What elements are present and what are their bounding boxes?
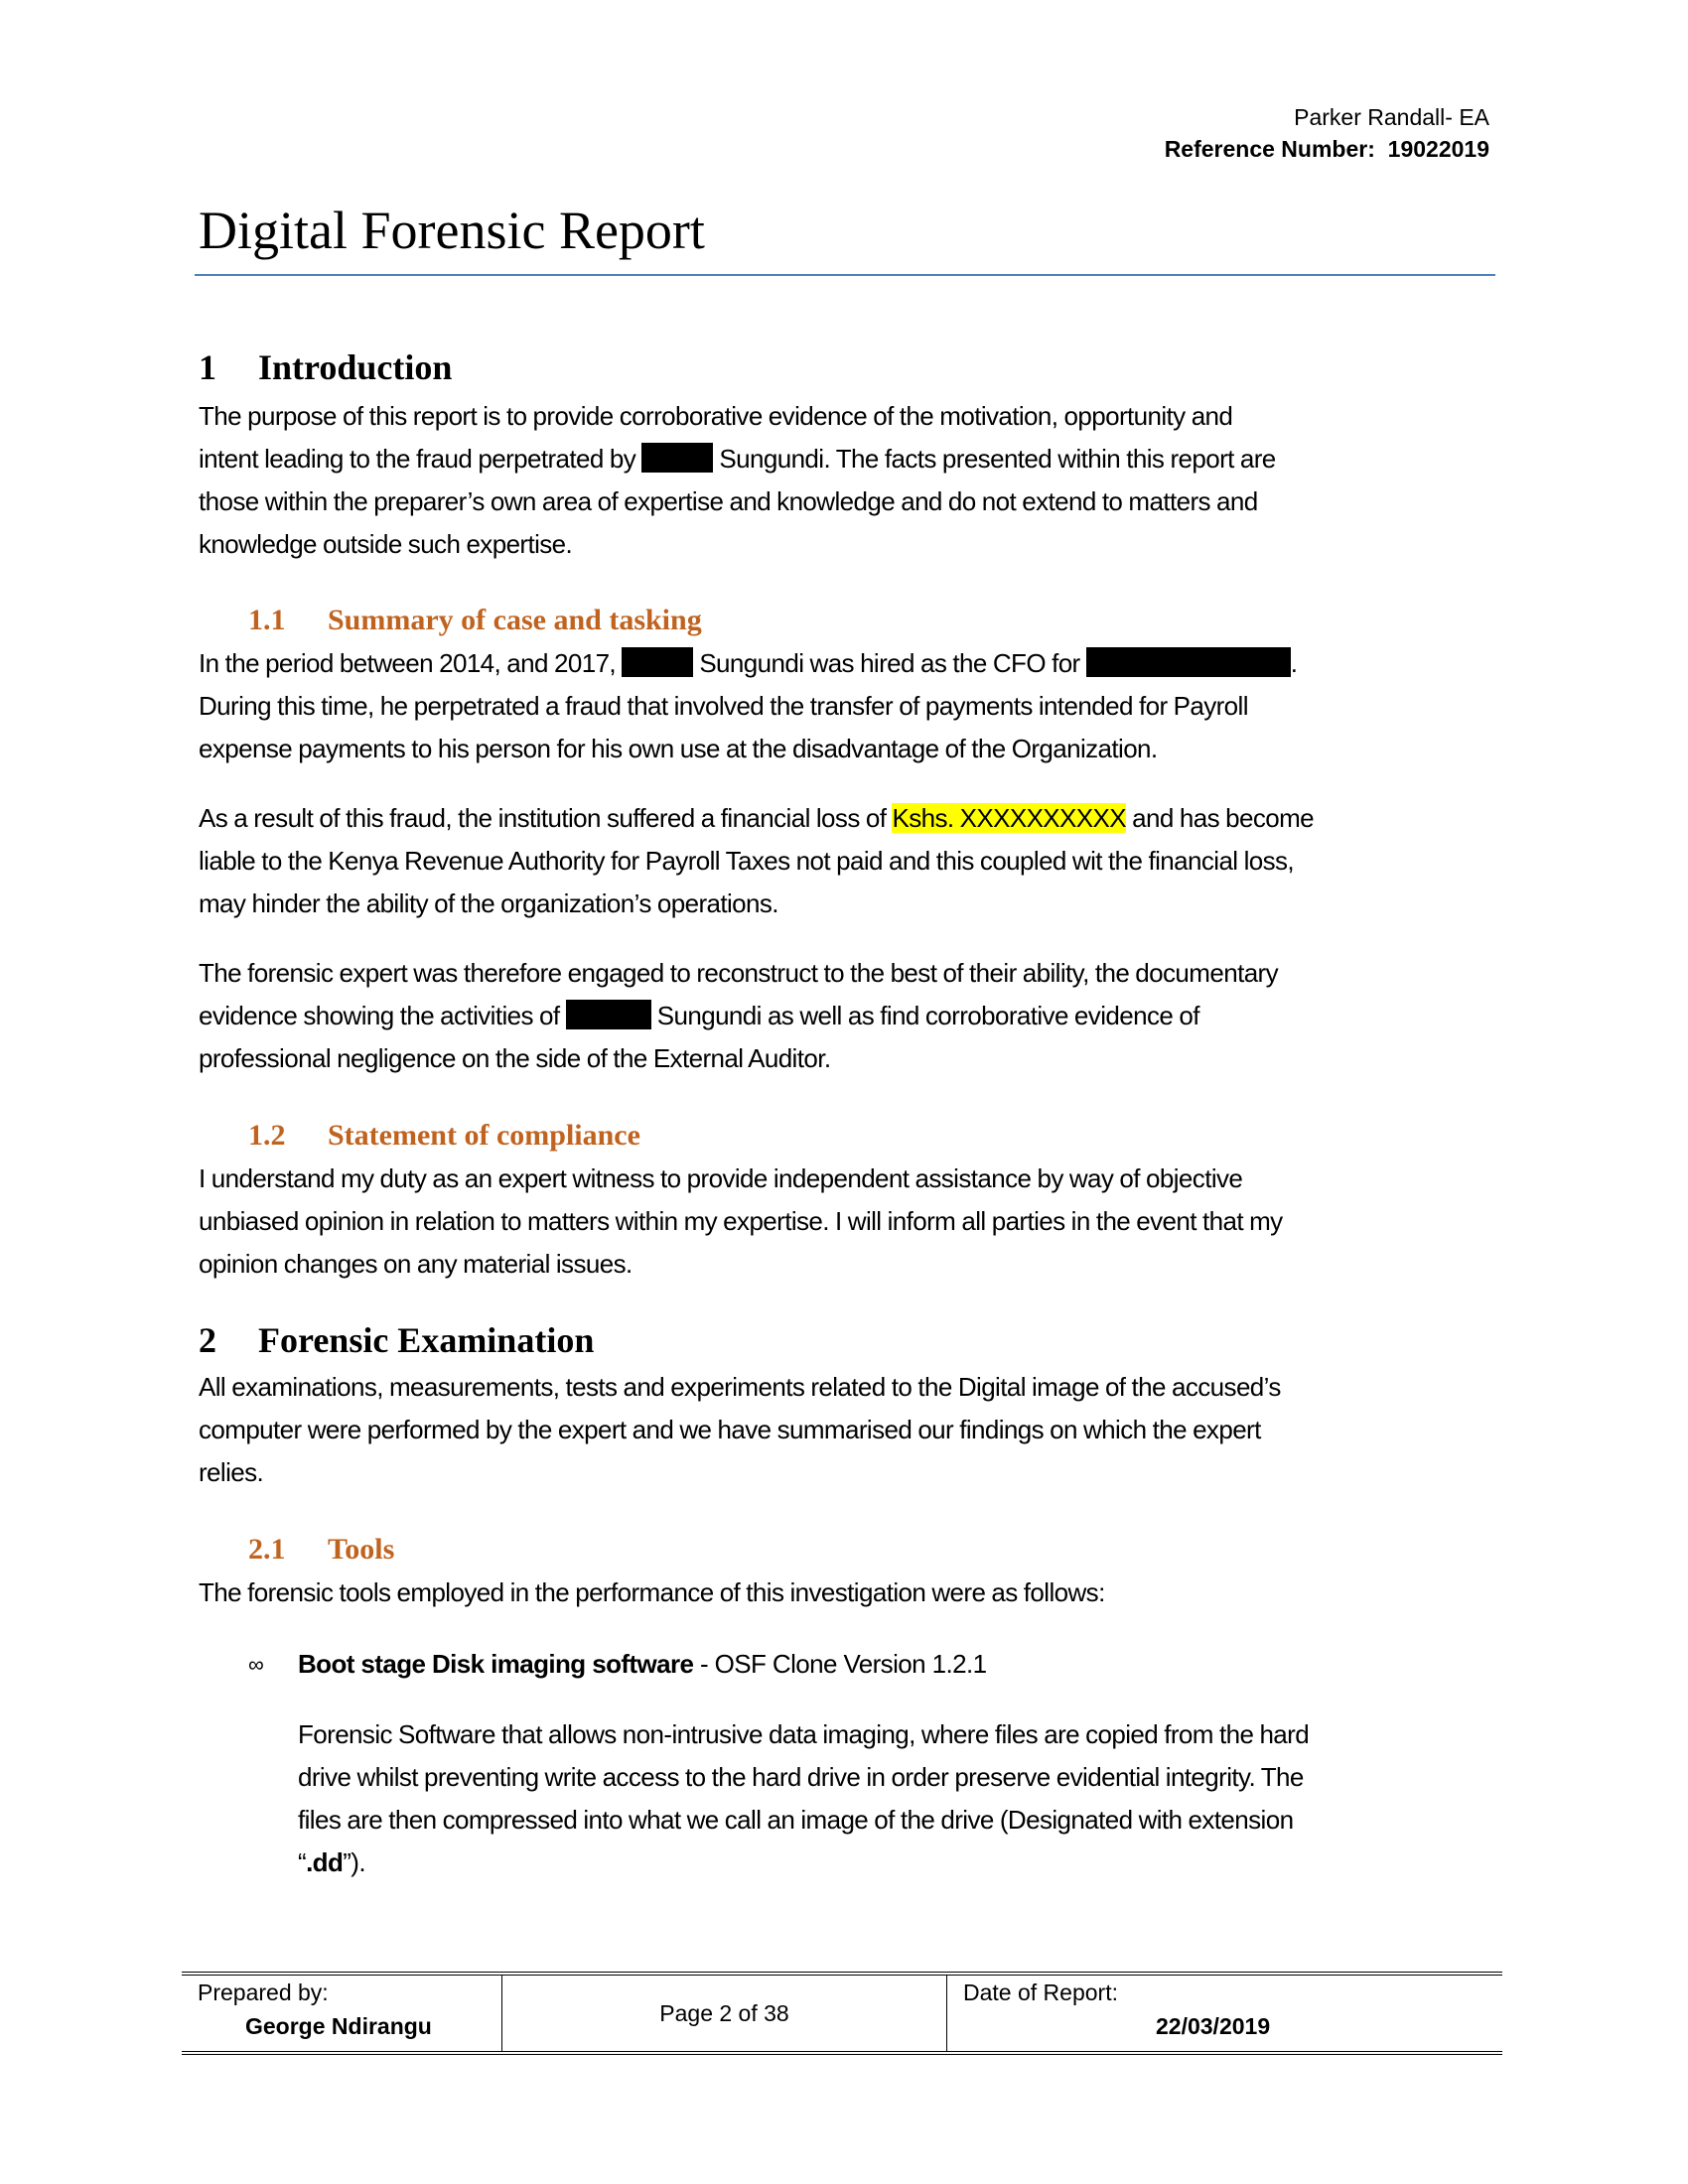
heading-text: Tools [328, 1533, 395, 1566]
footer-page-number: Page 2 of 38 [502, 1976, 947, 2051]
text-line: The forensic expert was therefore engage… [199, 958, 1279, 988]
redacted-name [565, 1000, 651, 1029]
text-line: files are then compressed into what we c… [298, 1805, 1294, 1835]
text-line: knowledge outside such expertise. [199, 529, 573, 559]
heading-number: 1.1 [248, 604, 286, 636]
text-line: I understand my duty as an expert witnes… [199, 1163, 1243, 1193]
preparer-name: George Ndirangu [245, 2013, 432, 2039]
tool-description: Forensic Software that allows non-intrus… [298, 1713, 1499, 1884]
heading-forensic-examination: 2 Forensic Examination [199, 1318, 594, 1362]
tools-intro: The forensic tools employed in the perfo… [199, 1577, 1105, 1607]
heading-tools: 2.1 Tools [248, 1531, 394, 1569]
footer-prepared-by: Prepared by: George Ndirangu [182, 1976, 502, 2051]
text-line: The purpose of this report is to provide… [199, 401, 1233, 431]
text-line: intent leading to the fraud perpetrated … [199, 443, 1276, 474]
reference-label: Reference Number: [1164, 136, 1375, 162]
text-line: may hinder the ability of the organizati… [199, 888, 779, 918]
text-line: liable to the Kenya Revenue Authority fo… [199, 846, 1295, 876]
heading-text: Summary of case and tasking [328, 604, 702, 636]
reference-number: 19022019 [1387, 136, 1489, 162]
header-reference: Reference Number: 19022019 [1165, 133, 1489, 165]
report-date: 22/03/2019 [1156, 2013, 1271, 2039]
text-line: expense payments to his person for his o… [199, 734, 1158, 763]
tool-name: Boot stage Disk imaging software [298, 1649, 694, 1679]
redacted-organization [1085, 647, 1291, 677]
text-line: As a result of this fraud, the instituti… [199, 803, 1315, 833]
redacted-name [622, 647, 694, 677]
text-line: evidence showing the activities of Sungu… [199, 1000, 1199, 1030]
summary-paragraph-3: The forensic expert was therefore engage… [199, 952, 1499, 1080]
heading-introduction: 1 Introduction [199, 345, 452, 389]
text-line: In the period between 2014, and 2017, Su… [199, 647, 1298, 678]
text-line: professional negligence on the side of t… [199, 1043, 831, 1073]
title-divider [195, 274, 1495, 276]
summary-paragraph-1: In the period between 2014, and 2017, Su… [199, 642, 1499, 770]
text-line: unbiased opinion in relation to matters … [199, 1206, 1283, 1236]
prepared-label: Prepared by: [198, 1979, 329, 2005]
footer-date: Date of Report: 22/03/2019 [947, 1976, 1502, 2051]
tool-item: Boot stage Disk imaging software - OSF C… [298, 1643, 987, 1686]
heading-text: Statement of compliance [328, 1119, 640, 1152]
text-line: Forensic Software that allows non-intrus… [298, 1719, 1310, 1749]
summary-paragraph-2: As a result of this fraud, the instituti… [199, 797, 1499, 925]
heading-number: 2.1 [248, 1533, 286, 1566]
text-line: During this time, he perpetrated a fraud… [199, 691, 1249, 721]
redacted-name [641, 443, 714, 473]
heading-number: 1.2 [248, 1119, 286, 1152]
tool-version: - OSF Clone Version 1.2.1 [693, 1649, 987, 1679]
intro-paragraph: The purpose of this report is to provide… [199, 395, 1499, 566]
compliance-paragraph: I understand my duty as an expert witnes… [199, 1158, 1499, 1286]
page-footer: Prepared by: George Ndirangu Page 2 of 3… [182, 1972, 1502, 2055]
text-line: “.dd”). [298, 1847, 366, 1877]
text-line: All examinations, measurements, tests an… [199, 1372, 1281, 1402]
header-author: Parker Randall- EA [1294, 104, 1489, 130]
heading-summary: 1.1 Summary of case and tasking [248, 602, 702, 639]
heading-compliance: 1.2 Statement of compliance [248, 1117, 640, 1155]
text-line: drive whilst preventing write access to … [298, 1762, 1304, 1792]
text-line: opinion changes on any material issues. [199, 1249, 633, 1279]
date-label: Date of Report: [963, 1979, 1118, 2005]
heading-number: 2 [199, 1320, 216, 1360]
document-title: Digital Forensic Report [199, 201, 705, 260]
examination-paragraph: All examinations, measurements, tests an… [199, 1366, 1499, 1494]
text-line: those within the preparer’s own area of … [199, 486, 1258, 516]
infinity-bullet-icon: ∞ [248, 1652, 264, 1677]
text-line: computer were performed by the expert an… [199, 1415, 1261, 1444]
heading-number: 1 [199, 347, 216, 387]
heading-text: Forensic Examination [258, 1320, 595, 1360]
page-number: Page 2 of 38 [659, 1999, 789, 2026]
highlighted-amount: Kshs. XXXXXXXXXX [892, 803, 1127, 833]
heading-text: Introduction [258, 347, 453, 387]
text-line: relies. [199, 1457, 264, 1487]
